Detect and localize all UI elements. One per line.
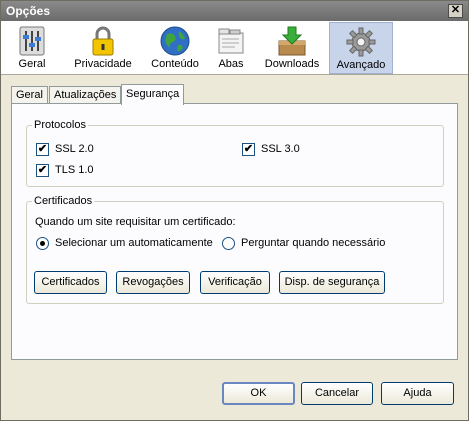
globe-icon	[160, 26, 190, 56]
radio-selected-dot	[40, 241, 45, 246]
certificate-prompt: Quando um site requisitar um certificado…	[35, 216, 236, 228]
pane-privacy-label: Privacidade	[74, 58, 132, 70]
pane-downloads-label: Downloads	[264, 58, 320, 70]
security-tab-panel: Protocolos ✔ SSL 2.0 ✔ SSL 3.0 ✔ TLS 1.0…	[11, 103, 458, 360]
ok-button[interactable]: OK	[222, 382, 295, 405]
pane-tabs[interactable]: Abas	[211, 22, 251, 74]
preferences-toolbar: Geral Privacidade Conteúdo Abas Download…	[1, 21, 468, 75]
checkmark-icon: ✔	[37, 164, 48, 176]
window-title: Opções	[6, 4, 51, 18]
close-window-button[interactable]: ✕	[448, 4, 463, 18]
tab-updates-label: Atualizações	[54, 89, 117, 101]
certificates-button[interactable]: Certificados	[34, 271, 107, 294]
tab-general-label: Geral	[16, 89, 43, 101]
ssl3-label: SSL 3.0	[261, 143, 300, 155]
checkmark-icon: ✔	[37, 143, 48, 155]
ssl2-label: SSL 2.0	[55, 143, 94, 155]
tabs-icon	[218, 28, 244, 54]
checkmark-icon: ✔	[243, 143, 254, 155]
options-window: Opções ✕ Geral Privacidade Conteúdo Abas…	[0, 0, 469, 421]
pane-content-label: Conteúdo	[151, 58, 199, 70]
auto-select-label: Selecionar um automaticamente	[55, 237, 213, 249]
tls1-checkbox[interactable]: ✔	[36, 164, 49, 177]
tab-general[interactable]: Geral	[11, 86, 48, 104]
sliders-icon	[19, 26, 45, 56]
cancel-button[interactable]: Cancelar	[301, 382, 373, 405]
gear-icon	[346, 27, 376, 57]
pane-downloads[interactable]: Downloads	[259, 22, 325, 74]
security-devices-button[interactable]: Disp. de segurança	[279, 271, 385, 294]
protocols-group: Protocolos ✔ SSL 2.0 ✔ SSL 3.0 ✔ TLS 1.0	[26, 119, 444, 187]
certificates-legend: Certificados	[32, 195, 95, 207]
ask-label: Perguntar quando necessário	[241, 237, 386, 249]
pane-general[interactable]: Geral	[9, 22, 55, 74]
pane-advanced[interactable]: Avançado	[329, 22, 393, 74]
tab-security[interactable]: Segurança	[121, 84, 185, 105]
protocols-legend: Protocolos	[32, 119, 88, 131]
tab-updates[interactable]: Atualizações	[49, 86, 122, 104]
verification-button[interactable]: Verificação	[200, 271, 270, 294]
download-box-icon	[278, 26, 306, 56]
auto-select-radio[interactable]	[36, 237, 49, 250]
certificates-group: Certificados Quando um site requisitar u…	[26, 195, 444, 304]
revocations-button[interactable]: Revogações	[116, 271, 190, 294]
padlock-icon	[92, 26, 114, 56]
pane-privacy[interactable]: Privacidade	[69, 22, 137, 74]
pane-general-label: Geral	[18, 58, 46, 70]
tab-security-label: Segurança	[126, 88, 180, 100]
help-button[interactable]: Ajuda	[381, 382, 454, 405]
pane-tabs-label: Abas	[218, 58, 244, 70]
title-bar[interactable]: Opções ✕	[1, 1, 468, 21]
ssl3-checkbox[interactable]: ✔	[242, 143, 255, 156]
ssl2-checkbox[interactable]: ✔	[36, 143, 49, 156]
ask-radio[interactable]	[222, 237, 235, 250]
pane-content[interactable]: Conteúdo	[145, 22, 205, 74]
tls1-label: TLS 1.0	[55, 164, 94, 176]
close-icon: ✕	[450, 4, 461, 16]
pane-advanced-label: Avançado	[336, 59, 386, 71]
